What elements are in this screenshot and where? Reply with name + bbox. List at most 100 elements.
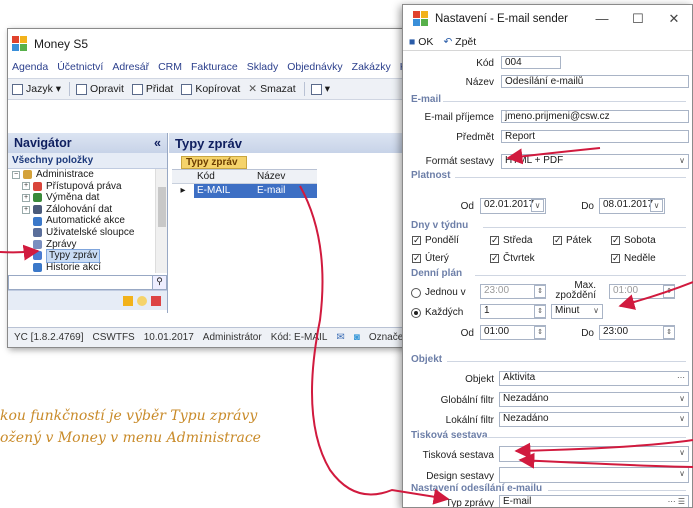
tab-typy-zprav[interactable]: Typy zpráv xyxy=(181,156,247,169)
menu-item[interactable]: Adresář xyxy=(112,61,149,73)
expand-icon[interactable]: + xyxy=(22,193,30,202)
object-field[interactable]: Aktivita ⋯ xyxy=(499,371,689,386)
collapse-navigator-button[interactable]: « xyxy=(154,136,161,150)
recipient-label: E-mail příjemce xyxy=(424,112,494,123)
every-unit-select[interactable]: Minut ∨ xyxy=(551,304,603,319)
grid-header: Kód Název xyxy=(172,170,317,184)
menu-item[interactable]: Účetnictví xyxy=(57,61,103,73)
expand-icon[interactable] xyxy=(22,264,30,272)
tree-item[interactable]: Uživatelské sloupce xyxy=(8,227,167,239)
rss-icon[interactable]: ◙ xyxy=(354,332,360,343)
tree-item[interactable]: Typy zpráv xyxy=(8,249,167,263)
menu-item[interactable]: Agenda xyxy=(12,61,48,73)
ok-button[interactable]: ■ OK xyxy=(409,36,433,48)
checkbox-utery[interactable]: ✓ Úterý xyxy=(412,253,449,264)
print-icon xyxy=(310,83,322,95)
msg-type-field[interactable]: E-mail ⋯ ☰ xyxy=(499,495,689,507)
spinner-icon[interactable]: ⇕ xyxy=(663,285,675,298)
tree-item-label: Výměna dat xyxy=(46,192,100,204)
format-select[interactable]: HTML + PDF ∨ xyxy=(501,154,689,169)
table-icon xyxy=(12,83,23,95)
menu-item[interactable]: Zakázky xyxy=(352,61,391,73)
calendar-icon[interactable]: ∨ xyxy=(650,199,663,212)
design-select[interactable]: ∨ xyxy=(499,467,689,483)
local-filter-select[interactable]: Nezadáno ∨ xyxy=(499,412,689,427)
spinner-icon[interactable]: ⇕ xyxy=(534,285,546,298)
tree-item[interactable]: + Zálohování dat xyxy=(8,204,167,216)
folder-icon[interactable] xyxy=(123,295,133,306)
back-button[interactable]: ↶ Zpět xyxy=(443,36,476,48)
star-icon[interactable] xyxy=(137,295,147,306)
language-button[interactable]: Jazyk ▾ xyxy=(12,83,61,95)
expand-icon[interactable]: + xyxy=(22,205,30,214)
add-button[interactable]: Přidat xyxy=(131,83,173,95)
calendar-icon[interactable]: ∨ xyxy=(531,199,544,212)
copy-icon xyxy=(181,83,193,95)
chevron-down-icon: ∨ xyxy=(679,448,685,457)
navigator-search-input[interactable] xyxy=(9,276,152,289)
nazev-field[interactable]: Odesílání e-mailů xyxy=(501,75,689,88)
checkbox-nedele[interactable]: ✓ Neděle xyxy=(611,253,656,264)
tree-item[interactable]: Automatické akce xyxy=(8,215,167,227)
checkbox-patek[interactable]: ✓ Pátek xyxy=(553,235,592,246)
radio-every[interactable]: Každých xyxy=(411,307,463,318)
menu-item[interactable]: Objednávky xyxy=(287,61,342,73)
maximize-button[interactable]: ☐ xyxy=(620,11,656,27)
days-section-title: Dny v týdnu xyxy=(411,220,469,231)
checkbox-sobota[interactable]: ✓ Sobota xyxy=(611,235,656,246)
expand-icon[interactable]: + xyxy=(22,182,30,191)
menu-item[interactable]: Fakturace xyxy=(191,61,238,73)
object-section-title: Objekt xyxy=(411,354,443,365)
expand-icon[interactable] xyxy=(22,229,30,237)
menu-item[interactable]: Sklady xyxy=(247,61,279,73)
money-logo-icon xyxy=(12,36,28,52)
report-section-title: Tisková sestava xyxy=(411,430,488,441)
table-row[interactable]: ▸ E-MAIL E-mail xyxy=(172,184,317,198)
edit-button[interactable]: Opravit xyxy=(76,83,124,95)
caption-text: kou funkčností je výběr Typu zprávy ožen… xyxy=(0,408,261,446)
tree-item[interactable]: Historie akcí xyxy=(8,262,167,274)
global-filter-select[interactable]: Nezadáno ∨ xyxy=(499,392,689,407)
menu-item[interactable]: CRM xyxy=(158,61,182,73)
dialog-title: Nastavení - E-mail sender xyxy=(435,13,568,25)
navigator-search: ⚲ xyxy=(8,275,167,290)
expand-icon[interactable] xyxy=(22,217,30,225)
kod-field[interactable]: 004 xyxy=(501,56,561,69)
delete-button[interactable]: ✕ Smazat xyxy=(248,83,295,95)
tree-item-icon xyxy=(33,251,42,261)
spinner-icon[interactable]: ⇕ xyxy=(663,326,675,339)
nazev-label: Název xyxy=(465,77,494,88)
validity-section-title: Platnost xyxy=(411,170,451,181)
subject-field[interactable]: Report xyxy=(501,130,689,143)
expand-icon[interactable] xyxy=(22,252,30,260)
navigator-subheader[interactable]: Všechny položky xyxy=(8,153,167,169)
dialog-toolbar: ■ OK ↶ Zpět xyxy=(403,33,692,51)
column-nazev[interactable]: Název xyxy=(254,170,317,183)
checkbox-ctvrtek[interactable]: ✓ Čtvrtek xyxy=(490,253,535,264)
expand-icon[interactable] xyxy=(22,240,30,248)
tree-item-icon xyxy=(33,205,42,215)
tree-item[interactable]: + Přístupová práva xyxy=(8,181,167,193)
expand-icon[interactable]: − xyxy=(12,170,20,179)
tree-item[interactable]: − Administrace xyxy=(8,169,167,181)
settings-icon[interactable] xyxy=(151,295,161,306)
spinner-icon[interactable]: ⇕ xyxy=(534,326,546,339)
checkbox-streda[interactable]: ✓ Středa xyxy=(490,235,532,246)
print-button[interactable]: ▾ xyxy=(310,83,330,95)
tree-item[interactable]: + Výměna dat xyxy=(8,192,167,204)
checkbox-pondeli[interactable]: ✓ Pondělí xyxy=(412,235,459,246)
tree-item-icon xyxy=(33,216,42,226)
copy-button[interactable]: Kopírovat xyxy=(181,83,240,95)
minimize-button[interactable]: — xyxy=(584,11,620,27)
navigator-scrollbar[interactable] xyxy=(155,169,167,273)
od-label: Od xyxy=(460,201,474,212)
recipient-field[interactable]: jmeno.prijmeni@csw.cz xyxy=(501,110,689,123)
radio-once[interactable]: Jednou v xyxy=(411,287,466,298)
column-kod[interactable]: Kód xyxy=(194,170,254,183)
mail-icon[interactable]: ✉ xyxy=(336,332,344,343)
report-select[interactable]: ∨ xyxy=(499,446,689,462)
search-icon[interactable]: ⚲ xyxy=(152,276,166,289)
spinner-icon[interactable]: ⇕ xyxy=(534,305,546,318)
plan-od-label: Od xyxy=(460,328,474,339)
close-button[interactable]: ✕ xyxy=(656,11,692,27)
